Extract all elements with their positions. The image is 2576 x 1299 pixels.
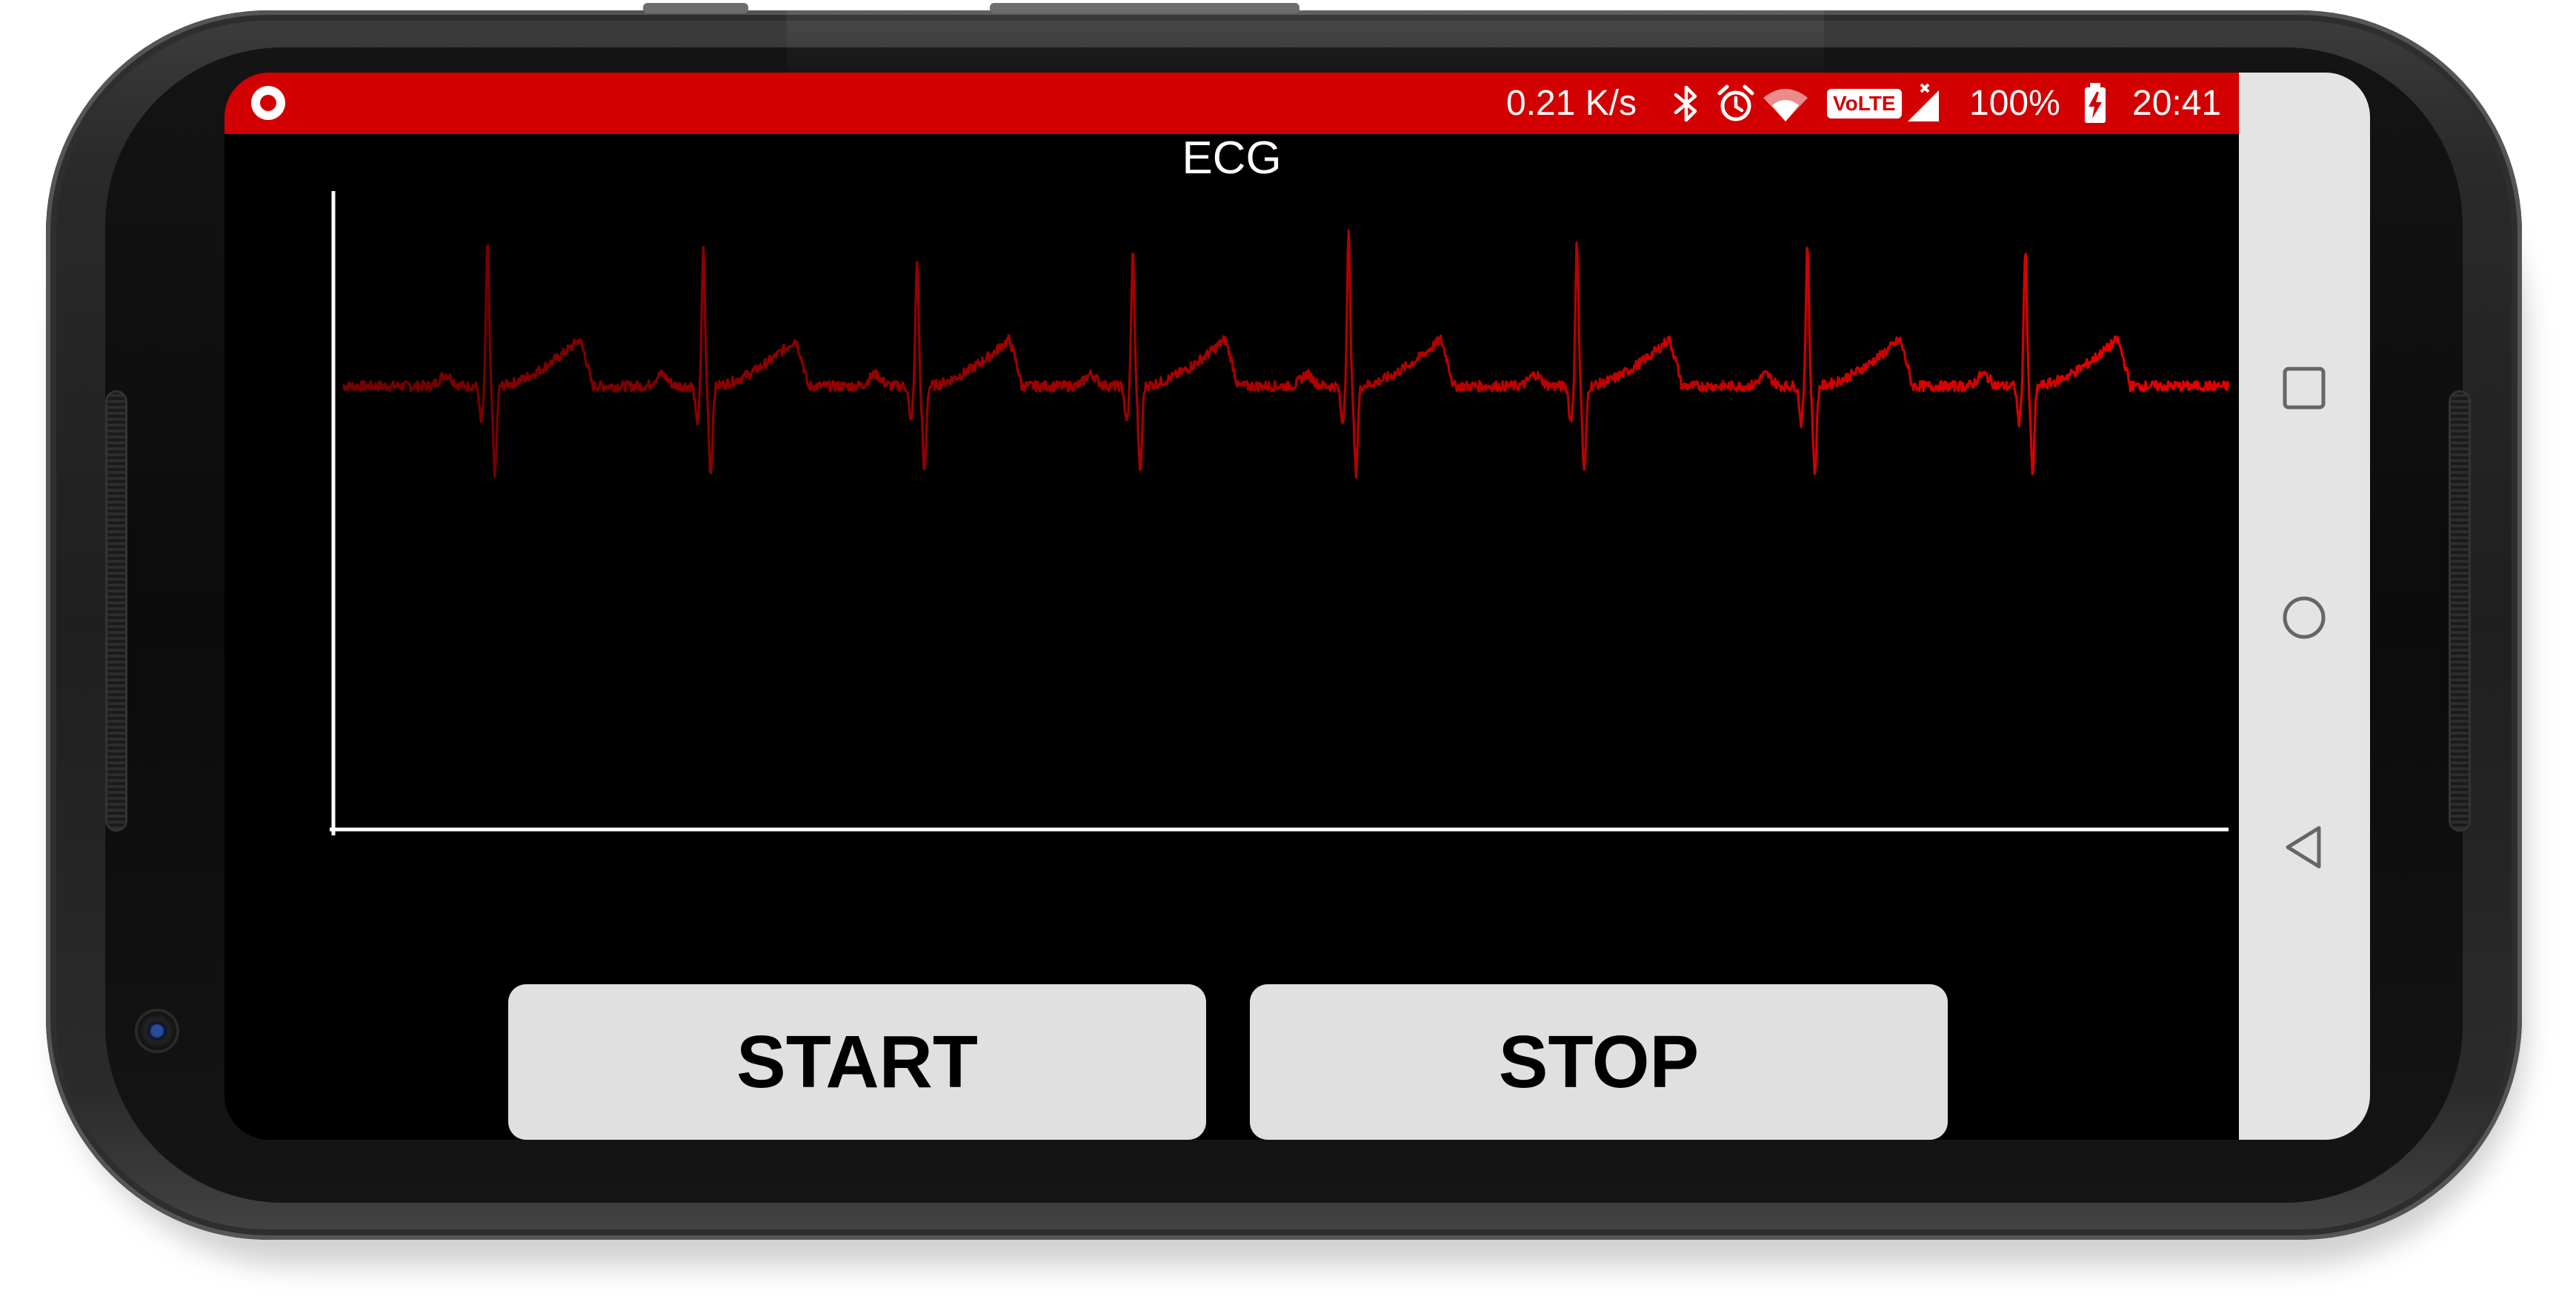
ecg-trace-segment (656, 245, 817, 475)
ecg-trace-segment (342, 244, 502, 478)
ecg-trace-segment (1129, 253, 1290, 471)
power-button (990, 3, 1299, 13)
speaker-grille-left (107, 393, 125, 829)
device-screenshot: 0.21 K/s VoLTE 100% 20:41 ECG START STOP (0, 0, 2576, 1299)
ecg-trace-segment (1287, 229, 1447, 479)
app-screen: 0.21 K/s VoLTE 100% 20:41 ECG START STOP (224, 73, 2370, 1140)
ecg-trace-segment (1602, 335, 1763, 393)
ecg-trace-segment (1917, 253, 2077, 475)
speaker-grille-right (2451, 393, 2469, 829)
home-circle-icon[interactable] (2277, 591, 2331, 644)
front-camera (138, 1012, 176, 1050)
recents-square-icon[interactable] (2277, 361, 2331, 415)
ecg-trace-segment (1760, 247, 1919, 475)
start-button[interactable]: START (508, 984, 1206, 1140)
ecg-trace-segment (500, 338, 659, 393)
ecg-chart (330, 191, 2230, 835)
ecg-trace-segment (1444, 241, 1605, 471)
back-triangle-icon[interactable] (2277, 821, 2331, 874)
ecg-series (342, 229, 2230, 479)
ecg-trace-segment (973, 334, 1132, 421)
volume-button (643, 3, 748, 13)
ecg-trace-segment (2074, 335, 2230, 393)
stop-button[interactable]: STOP (1250, 984, 1948, 1140)
navigation-bar (2239, 73, 2370, 1140)
ecg-trace-segment (815, 261, 975, 470)
